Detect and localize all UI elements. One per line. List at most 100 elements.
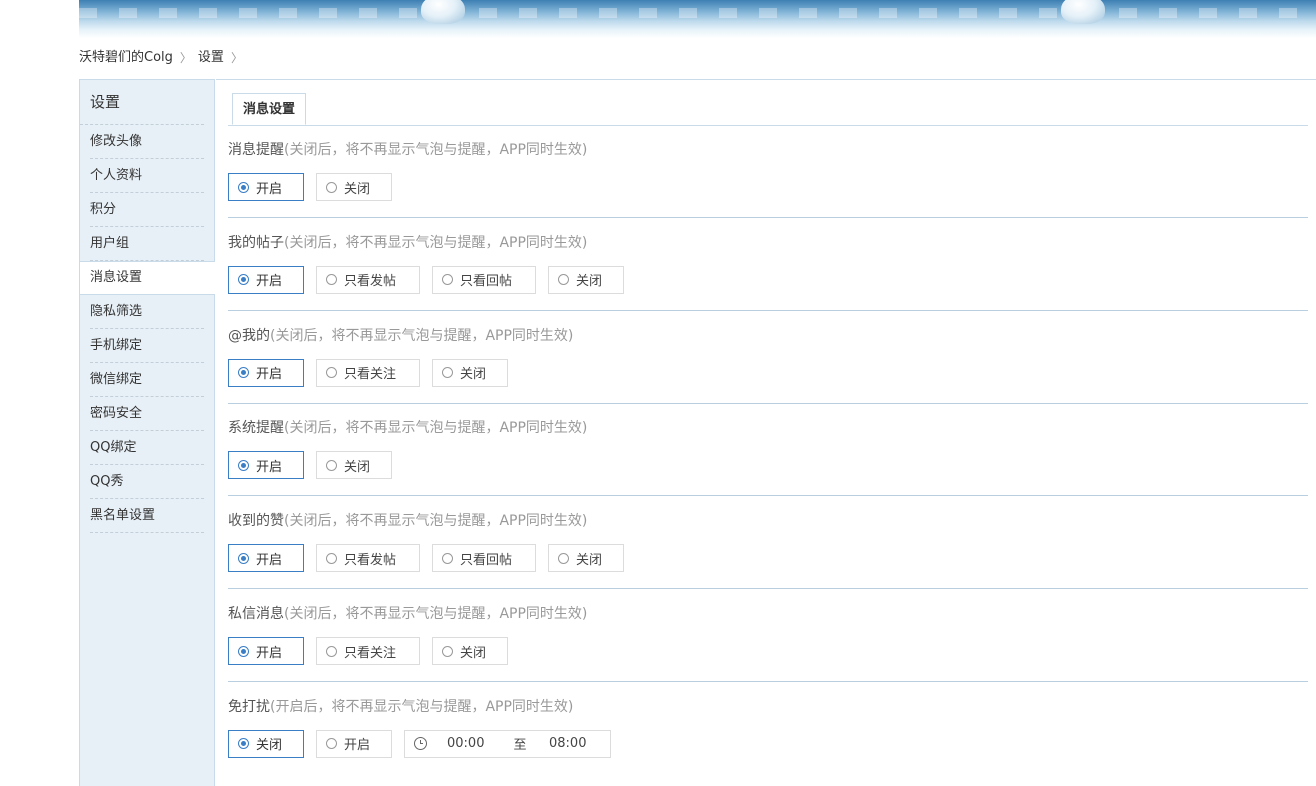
section-label: 消息提醒(关闭后，将不再显示气泡与提醒，APP同时生效) — [228, 141, 587, 159]
section-description: (关闭后，将不再显示气泡与提醒，APP同时生效) — [284, 234, 588, 251]
section-do-not-disturb: 免打扰(开启后，将不再显示气泡与提醒，APP同时生效) 关闭 开启 00:00 至 08:… — [228, 682, 1308, 774]
radio-circle-icon — [238, 181, 249, 193]
radio-option-label: 关闭 — [576, 552, 603, 568]
radio-option-label: 只看关注 — [344, 367, 397, 383]
radio-option-label: 开启 — [256, 274, 283, 290]
radio-option-on[interactable]: 开启 — [228, 451, 304, 480]
radio-option-off[interactable]: 关闭 — [548, 544, 624, 573]
breadcrumb-home-link[interactable]: 沃特碧们的Colg — [79, 49, 173, 67]
breadcrumb-current-link[interactable]: 设置 — [198, 49, 224, 67]
radio-option-label: 关闭 — [460, 367, 487, 383]
radio-option-label: 关闭 — [576, 274, 603, 290]
section-description: (开启后，将不再显示气泡与提醒，APP同时生效) — [270, 698, 574, 715]
clock-icon — [414, 737, 427, 751]
radio-option-posts-only[interactable]: 只看发帖 — [316, 265, 420, 294]
section-likes: 收到的赞(关闭后，将不再显示气泡与提醒，APP同时生效) 开启 只看发帖 只看回帖 关闭 — [228, 496, 1308, 590]
radio-option-on[interactable]: 开启 — [228, 544, 304, 573]
sidebar-item-qq[interactable]: QQ绑定 — [80, 431, 214, 465]
section-title: 收到的赞 — [228, 513, 284, 530]
radio-circle-icon — [558, 274, 569, 286]
radio-circle-icon — [326, 738, 337, 750]
radio-option-on[interactable]: 开启 — [228, 637, 304, 665]
radio-circle-icon — [238, 645, 249, 657]
section-description: (关闭后，将不再显示气泡与提醒，APP同时生效) — [270, 327, 574, 344]
radio-option-on[interactable]: 开启 — [316, 729, 392, 758]
sidebar-item-blacklist[interactable]: 黑名单设置 — [80, 499, 214, 533]
section-description: (关闭后，将不再显示气泡与提醒，APP同时生效) — [284, 606, 588, 622]
radio-option-label: 只看回帖 — [460, 274, 513, 290]
radio-option-off[interactable]: 关闭 — [432, 358, 508, 387]
radio-option-replies-only[interactable]: 只看回帖 — [432, 544, 536, 573]
radio-circle-icon — [238, 367, 249, 379]
section-title: 消息提醒 — [228, 142, 284, 158]
main-content: 消息设置 消息提醒(关闭后，将不再显示气泡与提醒，APP同时生效) 开启 关闭 我的帖… — [216, 79, 1316, 786]
chevron-right-icon: 〉 — [179, 51, 192, 65]
sidebar-item-usergroup[interactable]: 用户组 — [80, 227, 214, 261]
radio-circle-icon — [238, 738, 249, 750]
ice-decoration-icon — [421, 0, 465, 24]
radio-option-on[interactable]: 开启 — [228, 173, 304, 201]
sidebar-item-password[interactable]: 密码安全 — [80, 397, 214, 431]
sidebar-item-qqshow[interactable]: QQ秀 — [80, 465, 214, 499]
sidebar-item-privacy[interactable]: 隐私筛选 — [80, 295, 214, 329]
radio-option-label: 开启 — [256, 367, 283, 383]
radio-option-label: 关闭 — [460, 645, 487, 661]
radio-option-replies-only[interactable]: 只看回帖 — [432, 265, 536, 294]
radio-option-following-only[interactable]: 只看关注 — [316, 358, 420, 387]
section-title: 私信消息 — [228, 606, 284, 622]
section-label: 收到的赞(关闭后，将不再显示气泡与提醒，APP同时生效) — [228, 512, 587, 530]
tab-bar: 消息设置 — [228, 93, 1308, 126]
sidebar-item-wechat[interactable]: 微信绑定 — [80, 363, 214, 397]
radio-circle-icon — [442, 552, 453, 564]
section-title: 免打扰 — [228, 698, 270, 715]
dnd-time-range[interactable]: 00:00 至 08:00 — [404, 729, 611, 758]
banner-wave-decoration — [79, 8, 1316, 18]
sidebar-item-points[interactable]: 积分 — [80, 193, 214, 227]
section-mentions: @我的(关闭后，将不再显示气泡与提醒，APP同时生效) 开启 只看关注 关闭 — [228, 311, 1308, 404]
section-system-reminder: 系统提醒(关闭后，将不再显示气泡与提醒，APP同时生效) 开启 关闭 — [228, 403, 1308, 497]
radio-option-label: 开启 — [256, 459, 283, 475]
section-message-reminder: 消息提醒(关闭后，将不再显示气泡与提醒，APP同时生效) 开启 关闭 — [228, 125, 1308, 218]
radio-option-label: 关闭 — [344, 181, 371, 197]
settings-sidebar: 设置 修改头像 个人资料 积分 用户组 消息设置 隐私筛选 手机绑定 微信绑定 密码安全 QQ绑定… — [79, 79, 215, 786]
radio-option-on[interactable]: 开启 — [228, 265, 304, 294]
breadcrumb: 沃特碧们的Colg 〉 设置 〉 — [79, 49, 249, 67]
dnd-end-time[interactable]: 08:00 — [541, 736, 601, 751]
section-my-posts: 我的帖子(关闭后，将不再显示气泡与提醒，APP同时生效) 开启 只看发帖 只看回帖 关闭 — [228, 218, 1308, 311]
chevron-right-icon: 〉 — [230, 51, 243, 65]
radio-option-label: 开启 — [256, 645, 283, 661]
radio-group: 开启 只看发帖 只看回帖 关闭 — [228, 265, 624, 294]
radio-option-label: 开启 — [256, 552, 283, 568]
radio-option-off[interactable]: 关闭 — [548, 265, 624, 294]
radio-option-label: 只看发帖 — [344, 274, 397, 290]
sidebar-item-profile[interactable]: 个人资料 — [80, 159, 214, 193]
sidebar-item-phone[interactable]: 手机绑定 — [80, 329, 214, 363]
radio-option-following-only[interactable]: 只看关注 — [316, 637, 420, 665]
sidebar-item-avatar[interactable]: 修改头像 — [80, 125, 214, 159]
radio-option-label: 关闭 — [256, 738, 283, 754]
radio-option-off[interactable]: 关闭 — [228, 729, 304, 758]
radio-option-off[interactable]: 关闭 — [432, 637, 508, 665]
ice-decoration-icon — [1061, 0, 1105, 24]
radio-circle-icon — [326, 181, 337, 193]
section-description: (关闭后，将不再显示气泡与提醒，APP同时生效) — [284, 420, 588, 437]
section-title: @我的 — [228, 327, 270, 344]
radio-circle-icon — [442, 367, 453, 379]
radio-circle-icon — [326, 274, 337, 286]
radio-option-on[interactable]: 开启 — [228, 358, 304, 387]
dnd-start-time[interactable]: 00:00 — [447, 736, 499, 751]
radio-circle-icon — [442, 274, 453, 286]
sidebar-item-messages[interactable]: 消息设置 — [80, 261, 215, 295]
radio-circle-icon — [326, 645, 337, 657]
radio-option-off[interactable]: 关闭 — [316, 451, 392, 480]
tab-message-settings[interactable]: 消息设置 — [232, 93, 307, 125]
sidebar-title: 设置 — [80, 80, 204, 125]
dnd-to-label: 至 — [513, 738, 527, 754]
radio-option-label: 只看回帖 — [460, 552, 513, 568]
radio-option-off[interactable]: 关闭 — [316, 173, 392, 201]
radio-group: 开启 只看关注 关闭 — [228, 358, 508, 387]
radio-option-label: 只看关注 — [344, 645, 397, 661]
section-private-messages: 私信消息(关闭后，将不再显示气泡与提醒，APP同时生效) 开启 只看关注 关闭 — [228, 589, 1308, 682]
radio-option-label: 关闭 — [344, 459, 371, 475]
radio-option-posts-only[interactable]: 只看发帖 — [316, 544, 420, 573]
